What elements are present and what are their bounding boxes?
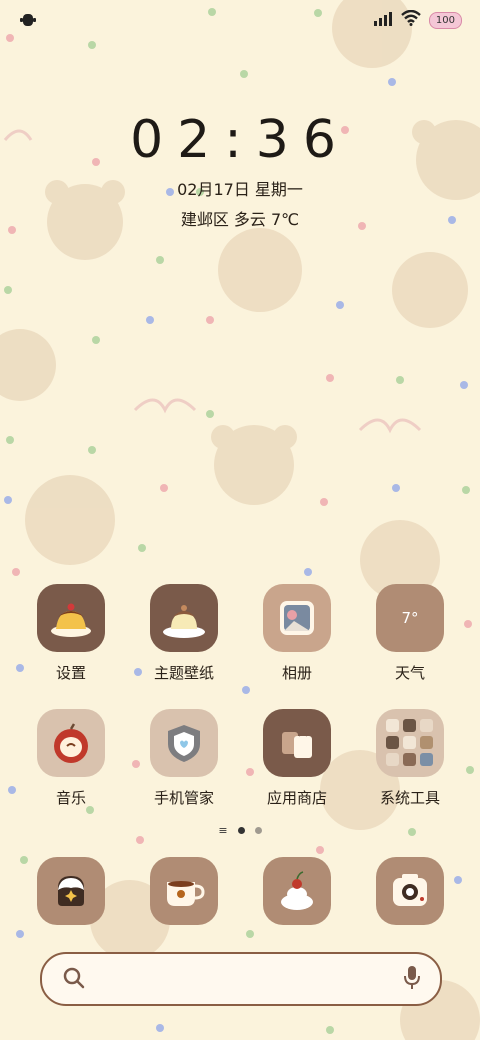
page-indicator[interactable]: ≡	[0, 824, 480, 837]
app-label: 手机管家	[153, 789, 214, 807]
cake-plate-icon	[150, 584, 218, 652]
app-label: 相册	[281, 664, 312, 682]
folder-icon	[376, 709, 444, 777]
coffee-cup-icon	[150, 857, 218, 925]
signal-icon	[373, 11, 393, 30]
dock-messages[interactable]	[129, 857, 239, 925]
microphone-icon[interactable]	[402, 964, 422, 996]
phone-app-icon	[37, 857, 105, 925]
clock-date: 02月17日 星期一	[177, 180, 303, 199]
cherry-cupcake-icon	[263, 857, 331, 925]
bag-icon	[263, 709, 331, 777]
app-label: 应用商店	[266, 789, 327, 807]
dock-browser[interactable]	[242, 857, 352, 925]
app-theme[interactable]: 主题壁纸	[129, 584, 239, 683]
app-phone-manager[interactable]: 手机管家	[129, 709, 239, 808]
clock-widget[interactable]: 02:36 02月17日 星期一 建邺区 多云 7℃	[0, 110, 480, 230]
photo-icon	[263, 584, 331, 652]
app-label: 系统工具	[379, 789, 440, 807]
search-bar[interactable]	[40, 952, 442, 1006]
status-bar: 100	[0, 0, 480, 40]
app-weather[interactable]: 7° 天气	[355, 584, 465, 683]
app-label: 天气	[394, 664, 425, 682]
app-music[interactable]: 音乐	[16, 709, 126, 808]
apple-icon	[37, 709, 105, 777]
menu-icon[interactable]: ≡	[218, 824, 227, 837]
camera-icon	[376, 857, 444, 925]
app-settings[interactable]: 设置	[16, 584, 126, 683]
dock-phone[interactable]	[16, 857, 126, 925]
page-dot-active[interactable]	[237, 827, 245, 834]
app-store[interactable]: 应用商店	[242, 709, 352, 808]
weather-badge: 7°	[401, 609, 419, 627]
clock-time: 02:36	[130, 110, 350, 170]
app-label: 主题壁纸	[153, 664, 214, 682]
weather-icon: 7°	[376, 584, 444, 652]
pudding-icon	[37, 584, 105, 652]
battery-icon: 100	[428, 11, 462, 29]
app-gallery[interactable]: 相册	[242, 584, 352, 683]
app-label: 音乐	[55, 789, 86, 807]
app-folder-system-tools[interactable]: 系统工具	[355, 709, 465, 808]
clock-weather: 建邺区 多云 7℃	[180, 210, 300, 229]
notification-icon	[20, 12, 36, 32]
search-icon[interactable]	[62, 966, 86, 994]
app-label: 设置	[55, 664, 86, 682]
wifi-icon	[401, 9, 421, 30]
shield-icon	[150, 709, 218, 777]
page-dot[interactable]	[254, 827, 262, 834]
dock-camera[interactable]	[355, 857, 465, 925]
